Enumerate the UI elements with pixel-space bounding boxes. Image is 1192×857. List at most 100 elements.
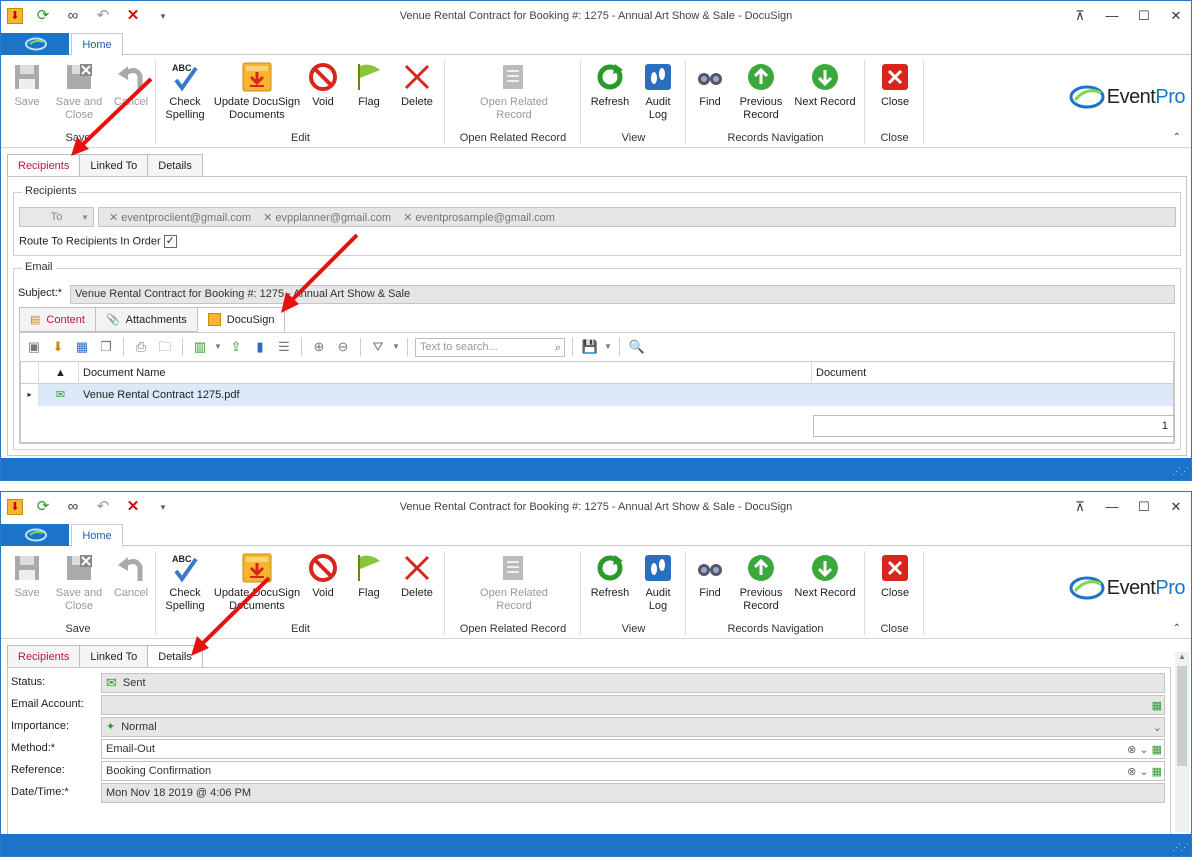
- find-button[interactable]: Find: [687, 62, 733, 109]
- delete-button[interactable]: Delete: [393, 62, 441, 109]
- flag-button[interactable]: Flag: [347, 553, 391, 600]
- next-record-button[interactable]: Next Record: [791, 553, 859, 600]
- columns-icon[interactable]: ▥: [190, 337, 210, 357]
- lookup-icon[interactable]: ▦: [1152, 763, 1162, 781]
- email-account-field[interactable]: ▦: [101, 695, 1165, 715]
- close-record-button[interactable]: Close: [869, 62, 921, 109]
- open-folder-icon[interactable]: 🗀: [155, 337, 175, 357]
- previous-record-button[interactable]: Previous Record: [733, 553, 789, 613]
- recipient-tokens-box[interactable]: ✕ eventproclient@gmail.com ✕ evpplanner@…: [98, 207, 1176, 227]
- recipient-token[interactable]: ✕ eventproclient@gmail.com: [109, 211, 251, 224]
- dropdown-arrow-icon[interactable]: ▼: [604, 337, 612, 357]
- table-row[interactable]: ▸ ✉ Venue Rental Contract 1275.pdf: [21, 384, 1173, 406]
- list-view-icon[interactable]: ☰: [274, 337, 294, 357]
- refresh-button[interactable]: Refresh: [584, 62, 636, 109]
- open-related-record-button[interactable]: Open Related Record: [472, 553, 556, 613]
- tab-home[interactable]: Home: [71, 33, 123, 56]
- save-button[interactable]: Save: [1, 553, 53, 600]
- dropdown-arrow-icon[interactable]: ▼: [214, 337, 222, 357]
- chevron-down-icon[interactable]: ⌄: [1139, 741, 1148, 759]
- void-button[interactable]: Void: [301, 62, 345, 109]
- next-record-button[interactable]: Next Record: [791, 62, 859, 109]
- update-docusign-documents-button[interactable]: Update DocuSign Documents: [213, 62, 301, 122]
- minimize-button[interactable]: —: [1103, 7, 1121, 25]
- find-button[interactable]: Find: [687, 553, 733, 600]
- import-icon[interactable]: ▮: [250, 337, 270, 357]
- preview-icon[interactable]: 🔍: [627, 337, 647, 357]
- chevron-down-icon[interactable]: ⌄: [1139, 763, 1148, 781]
- open-related-record-button[interactable]: Open Related Record: [472, 62, 556, 122]
- tab-linked-to[interactable]: Linked To: [79, 154, 149, 177]
- pin-icon[interactable]: ⊼: [1071, 498, 1089, 516]
- print-icon[interactable]: ⎙: [131, 337, 151, 357]
- search-icon[interactable]: ⌕: [555, 340, 561, 357]
- scroll-up-icon[interactable]: ▲: [1175, 652, 1189, 664]
- docusign-download-icon[interactable]: ⬇: [48, 337, 68, 357]
- pin-icon[interactable]: ⊼: [1071, 7, 1089, 25]
- sort-ascending-icon[interactable]: ▲: [39, 362, 79, 384]
- reference-field[interactable]: Booking Confirmation ⊗ ⌄ ▦: [101, 761, 1165, 781]
- save-button[interactable]: Save: [1, 62, 53, 109]
- close-window-button[interactable]: ✕: [1167, 7, 1185, 25]
- vertical-scrollbar[interactable]: ▲: [1175, 652, 1189, 832]
- save-and-close-button[interactable]: Save and Close: [53, 553, 105, 613]
- void-button[interactable]: Void: [301, 553, 345, 600]
- minimize-button[interactable]: —: [1103, 498, 1121, 516]
- tab-details[interactable]: Details: [147, 154, 203, 177]
- close-record-button[interactable]: Close: [869, 553, 921, 600]
- to-dropdown-button[interactable]: To ▼: [19, 207, 94, 227]
- lookup-icon[interactable]: ▦: [1152, 697, 1162, 715]
- chevron-down-icon[interactable]: ⌄: [1153, 719, 1162, 737]
- scroll-thumb[interactable]: [1177, 666, 1187, 766]
- col-document-name[interactable]: Document Name: [79, 362, 812, 384]
- move-up-icon[interactable]: ⊕: [309, 337, 329, 357]
- cancel-button[interactable]: Cancel: [105, 62, 157, 109]
- move-down-icon[interactable]: ⊖: [333, 337, 353, 357]
- app-menu-button[interactable]: [1, 33, 69, 55]
- save-as-icon[interactable]: ▦: [72, 337, 92, 357]
- tab-home[interactable]: Home: [71, 524, 123, 547]
- tab-content[interactable]: ▤ Content: [19, 307, 96, 332]
- previous-record-button[interactable]: Previous Record: [733, 62, 789, 122]
- recipient-token[interactable]: ✕ evpplanner@gmail.com: [263, 211, 391, 224]
- recipient-token[interactable]: ✕ eventprosample@gmail.com: [403, 211, 555, 224]
- resize-grip-icon[interactable]: ⋰⋰: [1172, 842, 1189, 853]
- copy-icon[interactable]: ❐: [96, 337, 116, 357]
- update-docusign-documents-button[interactable]: Update DocuSign Documents: [213, 553, 301, 613]
- ribbon-collapse-icon[interactable]: ⌃: [1173, 623, 1181, 634]
- close-window-button[interactable]: ✕: [1167, 498, 1185, 516]
- search-input[interactable]: Text to search... ⌕: [415, 337, 565, 357]
- refresh-button[interactable]: Refresh: [584, 553, 636, 600]
- row-expand-icon[interactable]: ▸: [21, 384, 39, 406]
- audit-log-button[interactable]: Audit Log: [634, 62, 682, 122]
- cancel-button[interactable]: Cancel: [105, 553, 157, 600]
- tab-details[interactable]: Details: [147, 645, 203, 668]
- tab-docusign[interactable]: DocuSign: [196, 307, 286, 332]
- route-in-order-checkbox[interactable]: ✓: [163, 235, 177, 248]
- importance-field[interactable]: ✦ Normal ⌄: [101, 717, 1165, 737]
- delete-button[interactable]: Delete: [393, 553, 441, 600]
- save-doc-icon[interactable]: ▣: [24, 337, 44, 357]
- clear-icon[interactable]: ⊗: [1127, 741, 1136, 759]
- datetime-field[interactable]: Mon Nov 18 2019 @ 4:06 PM: [101, 783, 1165, 803]
- maximize-button[interactable]: ☐: [1135, 498, 1153, 516]
- save-layout-icon[interactable]: 💾: [580, 337, 600, 357]
- flag-button[interactable]: Flag: [347, 62, 391, 109]
- dropdown-arrow-icon[interactable]: ▼: [392, 337, 400, 357]
- save-and-close-button[interactable]: Save and Close: [53, 62, 105, 122]
- col-document[interactable]: Document: [812, 362, 1174, 384]
- audit-log-button[interactable]: Audit Log: [634, 553, 682, 613]
- ribbon-collapse-icon[interactable]: ⌃: [1173, 132, 1181, 143]
- app-menu-button[interactable]: [1, 524, 69, 546]
- filter-icon[interactable]: ⛛: [368, 337, 388, 357]
- export-icon[interactable]: ⇪: [226, 337, 246, 357]
- tab-recipients[interactable]: Recipients: [7, 645, 81, 668]
- tab-linked-to[interactable]: Linked To: [79, 645, 149, 668]
- subject-input[interactable]: Venue Rental Contract for Booking #: 127…: [70, 285, 1175, 304]
- tab-recipients[interactable]: Recipients: [7, 154, 81, 177]
- resize-grip-icon[interactable]: ⋰⋰: [1172, 466, 1189, 477]
- method-field[interactable]: Email-Out ⊗ ⌄ ▦: [101, 739, 1165, 759]
- lookup-icon[interactable]: ▦: [1152, 741, 1162, 759]
- tab-attachments[interactable]: 📎 Attachments: [94, 307, 198, 332]
- clear-icon[interactable]: ⊗: [1127, 763, 1136, 781]
